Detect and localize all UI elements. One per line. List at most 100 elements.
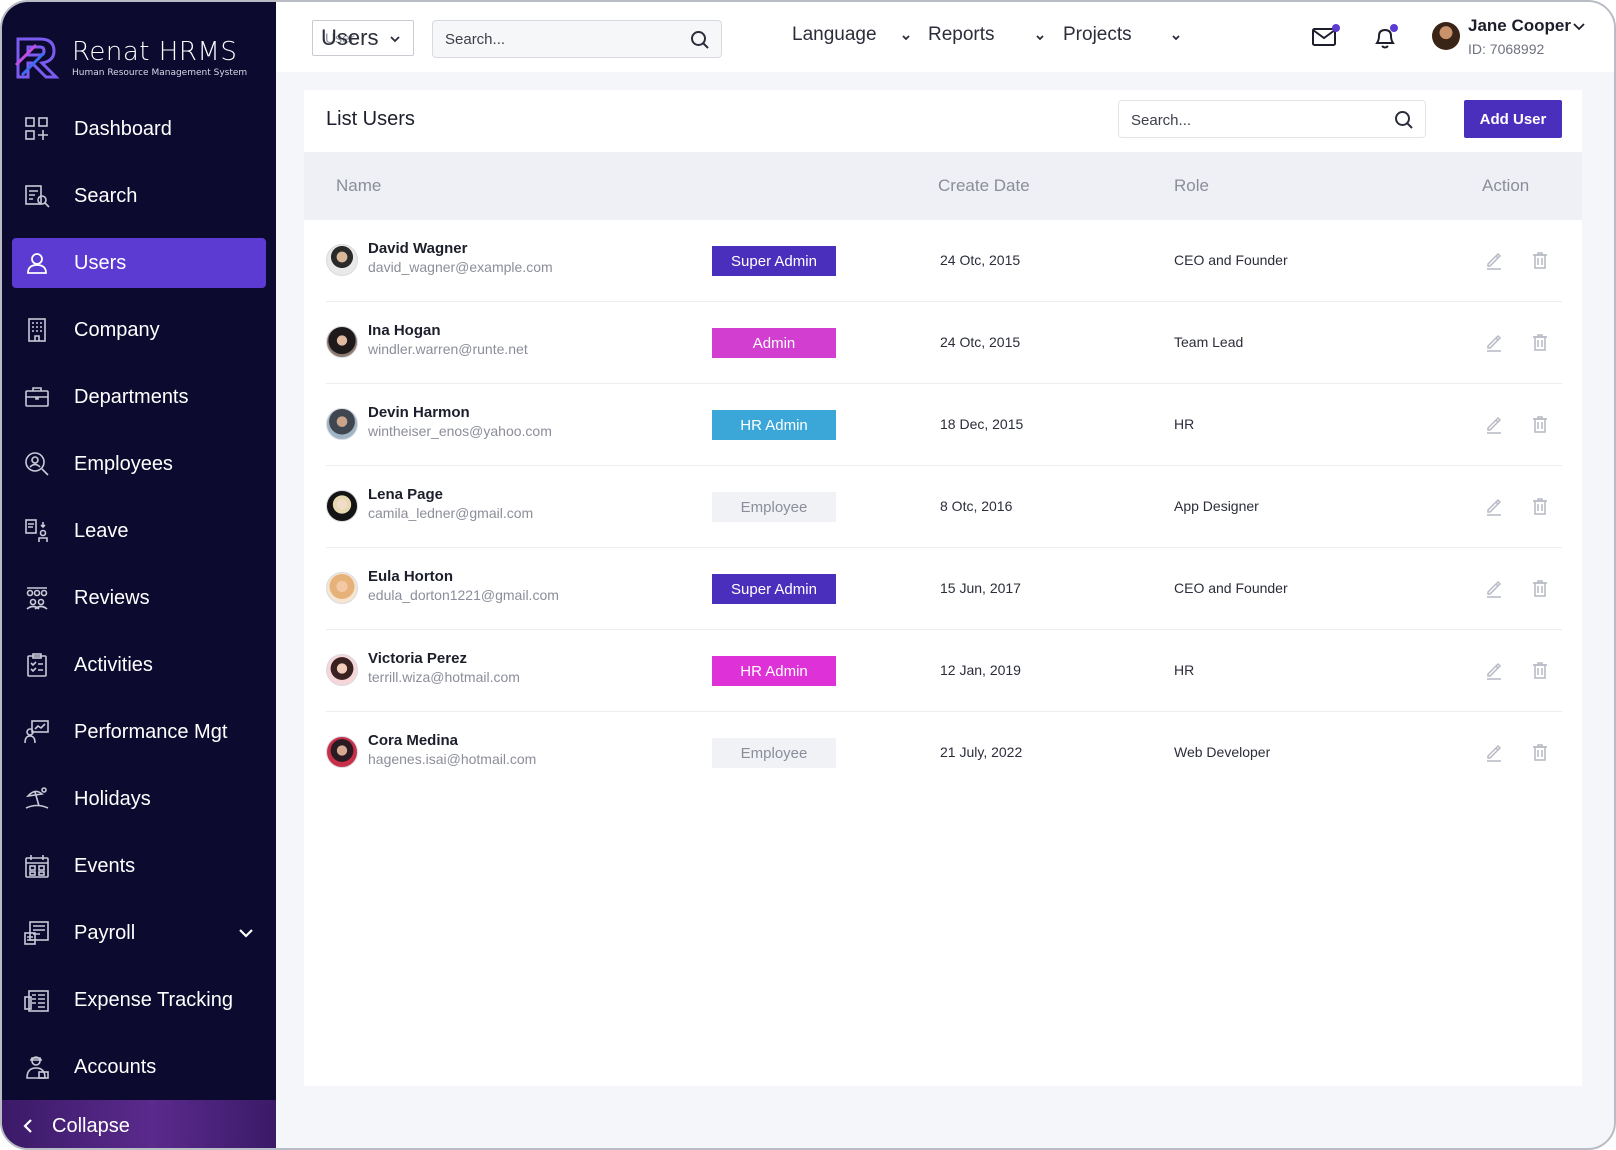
user-email: wintheiser_enos@yahoo.com <box>368 423 552 439</box>
role: App Designer <box>1174 498 1259 514</box>
table-row[interactable]: Lena Page camila_ledner@gmail.com Employ… <box>326 466 1562 548</box>
add-user-button[interactable]: Add User <box>1464 100 1562 138</box>
search-icon[interactable] <box>689 29 711 51</box>
column-header-role[interactable]: Role <box>1174 176 1209 196</box>
user-email: camila_ledner@gmail.com <box>368 505 534 521</box>
trash-icon[interactable] <box>1530 496 1550 516</box>
status-badge: Employee <box>712 738 836 768</box>
trash-icon[interactable] <box>1530 742 1550 762</box>
sidebar-item-dashboard[interactable]: Dashboard <box>12 104 266 154</box>
sidebar-item-departments[interactable]: Departments <box>12 372 266 422</box>
menu-projects-label: Projects <box>1063 24 1132 45</box>
trash-icon[interactable] <box>1530 332 1550 352</box>
payroll-icon <box>24 920 50 946</box>
trash-icon[interactable] <box>1530 250 1550 270</box>
sidebar-nav: Dashboard Search Users Company Departmen… <box>12 104 266 1109</box>
sidebar-item-label: Search <box>74 184 138 207</box>
sidebar-item-users[interactable]: Users <box>12 238 266 288</box>
create-date: 24 Otc, 2015 <box>940 252 1021 268</box>
sidebar-item-search[interactable]: Search <box>12 171 266 221</box>
edit-icon[interactable] <box>1484 660 1504 680</box>
sidebar-item-label: Company <box>74 318 160 341</box>
beach-icon <box>24 786 50 812</box>
sidebar-item-label: Events <box>74 854 136 877</box>
avatar <box>326 244 358 276</box>
table-row[interactable]: Eula Horton edula_dorton1221@gmail.com S… <box>326 548 1562 630</box>
users-search-input[interactable] <box>1131 110 1371 130</box>
sidebar-item-holidays[interactable]: Holidays <box>12 774 266 824</box>
create-date: 8 Otc, 2016 <box>940 498 1013 514</box>
table-row[interactable]: Devin Harmon wintheiser_enos@yahoo.com H… <box>326 384 1562 466</box>
briefcase-icon <box>24 384 50 410</box>
sidebar-item-accounts[interactable]: Accounts <box>12 1042 266 1092</box>
user-email: david_wagner@example.com <box>368 259 553 275</box>
chevron-down-icon[interactable] <box>236 923 256 943</box>
collapse-button[interactable]: Collapse <box>2 1100 276 1148</box>
column-header-create-date[interactable]: Create Date <box>938 176 1030 196</box>
edit-icon[interactable] <box>1484 578 1504 598</box>
trash-icon[interactable] <box>1530 414 1550 434</box>
sidebar-item-label: Holidays <box>74 787 151 810</box>
sidebar-item-label: Performance Mgt <box>74 720 228 743</box>
sidebar-item-expense-tracking[interactable]: Expense Tracking <box>12 975 266 1025</box>
search-icon[interactable] <box>1393 109 1415 131</box>
mail-unread-dot <box>1332 24 1340 32</box>
leave-icon <box>24 518 50 544</box>
create-date: 15 Jun, 2017 <box>940 580 1021 596</box>
users-search[interactable] <box>1118 100 1426 138</box>
role: HR <box>1174 416 1195 432</box>
table-row[interactable]: Cora Medina hagenes.isai@hotmail.com Emp… <box>326 712 1562 794</box>
edit-icon[interactable] <box>1484 496 1504 516</box>
page-select[interactable]: User Users <box>312 20 414 56</box>
edit-icon[interactable] <box>1484 332 1504 352</box>
table-row[interactable]: Victoria Perez terrill.wiza@hotmail.com … <box>326 630 1562 712</box>
menu-language[interactable]: Language <box>792 24 910 46</box>
status-badge: Super Admin <box>712 246 836 276</box>
top-search-input[interactable] <box>445 29 675 49</box>
chevron-down-icon <box>390 36 400 43</box>
sidebar-item-label: Expense Tracking <box>74 988 233 1011</box>
user-name[interactable]: Jane Cooper <box>1468 16 1571 36</box>
edit-icon[interactable] <box>1484 742 1504 762</box>
sidebar-item-label: Departments <box>74 385 189 408</box>
sidebar-item-leave[interactable]: Leave <box>12 506 266 556</box>
top-search[interactable] <box>432 20 722 58</box>
sidebar-item-activities[interactable]: Activities <box>12 640 266 690</box>
sidebar-item-performance-mgt[interactable]: Performance Mgt <box>12 707 266 757</box>
brand-name: Renat HRMS <box>72 36 238 67</box>
sidebar-item-label: Leave <box>74 519 129 542</box>
avatar[interactable] <box>1432 22 1460 50</box>
role: Web Developer <box>1174 744 1271 760</box>
menu-projects[interactable]: Projects <box>1063 24 1180 46</box>
sidebar-item-reviews[interactable]: Reviews <box>12 573 266 623</box>
notifications-button[interactable] <box>1370 22 1400 52</box>
avatar <box>326 490 358 522</box>
role: CEO and Founder <box>1174 580 1288 596</box>
user-name: Victoria Perez <box>368 650 467 667</box>
chevron-down-icon <box>1036 35 1044 41</box>
sidebar-item-label: Employees <box>74 452 173 475</box>
table-row[interactable]: David Wagner david_wagner@example.com Su… <box>326 220 1562 302</box>
menu-reports[interactable]: Reports <box>928 24 1044 46</box>
edit-icon[interactable] <box>1484 250 1504 270</box>
sidebar-item-company[interactable]: Company <box>12 305 266 355</box>
chevron-down-icon[interactable] <box>1572 20 1586 34</box>
page-select-value: Users <box>321 25 379 50</box>
trash-icon[interactable] <box>1530 578 1550 598</box>
edit-icon[interactable] <box>1484 414 1504 434</box>
avatar <box>326 736 358 768</box>
trash-icon[interactable] <box>1530 660 1550 680</box>
menu-reports-label: Reports <box>928 24 995 45</box>
brand[interactable]: Renat HRMS Human Resource Management Sys… <box>14 32 247 82</box>
table-row[interactable]: Ina Hogan windler.warren@runte.net Admin… <box>326 302 1562 384</box>
column-header-name[interactable]: Name <box>336 176 381 196</box>
status-badge: Admin <box>712 328 836 358</box>
sidebar-item-employees[interactable]: Employees <box>12 439 266 489</box>
performance-icon <box>24 719 50 745</box>
create-date: 12 Jan, 2019 <box>940 662 1021 678</box>
sidebar-item-payroll[interactable]: Payroll <box>12 908 266 958</box>
sidebar-item-events[interactable]: Events <box>12 841 266 891</box>
mail-button[interactable] <box>1310 22 1340 52</box>
user-name: Ina Hogan <box>368 322 441 339</box>
status-badge: Super Admin <box>712 574 836 604</box>
